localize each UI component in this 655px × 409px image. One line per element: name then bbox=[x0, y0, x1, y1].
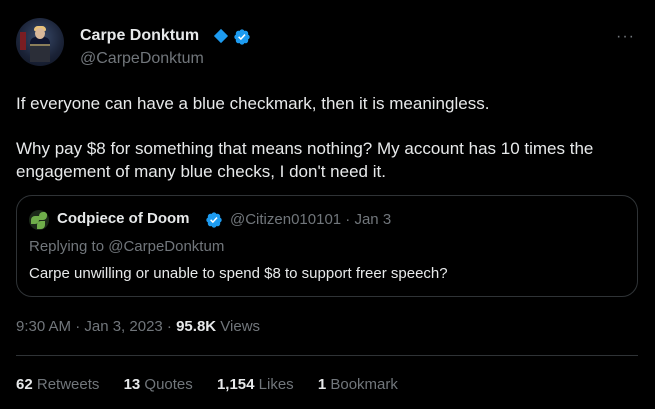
tweet-line-2: Why pay $8 for something that means noth… bbox=[16, 139, 594, 181]
quotes-label: Quotes bbox=[140, 376, 193, 393]
tweet-line-1: If everyone can have a blue checkmark, t… bbox=[16, 94, 490, 113]
avatar-leaf bbox=[37, 221, 45, 229]
quoted-text: Carpe unwilling or unable to spend $8 to… bbox=[29, 265, 448, 282]
verified-icon[interactable] bbox=[205, 211, 223, 229]
retweets-count: 62 bbox=[16, 376, 33, 393]
author-handle[interactable]: @CarpeDonktum bbox=[80, 50, 204, 68]
views-label: Views bbox=[216, 318, 261, 335]
likes-count: 1,154 bbox=[216, 376, 255, 393]
quotes-stat[interactable]: 13 Quotes bbox=[124, 376, 193, 393]
retweets-stat[interactable]: 62 Retweets bbox=[16, 376, 99, 393]
quotes-count: 13 bbox=[123, 376, 141, 393]
quoted-replying-to[interactable]: Replying to @CarpeDonktum bbox=[29, 238, 224, 255]
likes-stat[interactable]: 1,154 Likes bbox=[217, 376, 294, 393]
diamond-icon bbox=[213, 28, 229, 44]
quoted-tweet[interactable]: Codpiece of Doom @Citizen010101 · Jan 3 … bbox=[16, 195, 638, 297]
quoted-handle-date[interactable]: @Citizen010101 · Jan 3 bbox=[230, 211, 391, 228]
likes-label: Likes bbox=[254, 376, 294, 393]
author-avatar[interactable] bbox=[16, 18, 64, 66]
bookmarks-count: 1 bbox=[317, 376, 327, 393]
author-display-name[interactable]: Carpe Donktum bbox=[80, 27, 199, 45]
views-count: 95.8K bbox=[176, 318, 217, 335]
quoted-author-avatar[interactable] bbox=[29, 210, 49, 230]
tweet-meta: 9:30 AM · Jan 3, 2023 · 95.8K Views bbox=[16, 318, 260, 335]
engagement-stats: 62 Retweets 13 Quotes 1,154 Likes 1 Book… bbox=[16, 376, 418, 393]
avatar-head bbox=[35, 28, 45, 39]
quoted-display-name[interactable]: Codpiece of Doom bbox=[57, 210, 190, 227]
more-icon[interactable]: ··· bbox=[616, 28, 635, 46]
retweets-label: Retweets bbox=[32, 376, 100, 393]
tweet-timestamp[interactable]: 9:30 AM · Jan 3, 2023 · bbox=[16, 318, 176, 335]
avatar-flag bbox=[20, 32, 26, 50]
avatar-podium bbox=[30, 44, 50, 62]
tweet[interactable]: Carpe Donktum @CarpeDonktum ··· If every… bbox=[0, 0, 655, 409]
bookmarks-stat[interactable]: 1 Bookmark bbox=[318, 376, 398, 393]
divider bbox=[16, 355, 638, 356]
bookmarks-label: Bookmark bbox=[326, 376, 398, 393]
verified-icon[interactable] bbox=[233, 28, 251, 46]
tweet-text: If everyone can have a blue checkmark, t… bbox=[16, 92, 641, 183]
avatar-leaf bbox=[39, 212, 47, 220]
